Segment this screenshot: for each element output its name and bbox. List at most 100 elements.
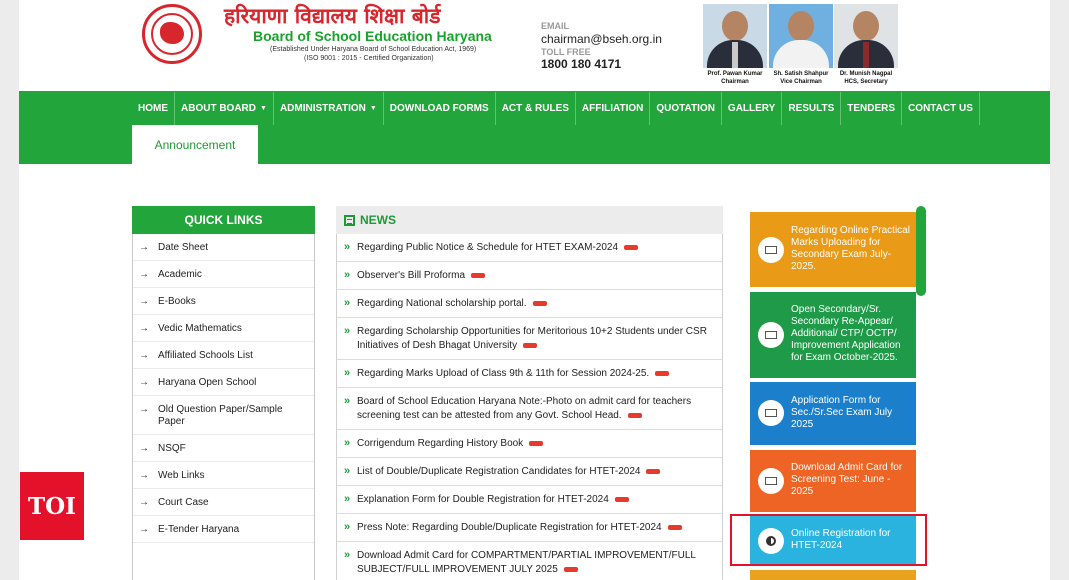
- news-item[interactable]: » Explanation Form for Double Registratio…: [337, 486, 722, 514]
- highlight-box: [730, 514, 927, 566]
- id-card-icon: [758, 322, 784, 348]
- id-card-icon: [758, 468, 784, 494]
- quick-link-label: Web Links: [158, 470, 205, 481]
- nav-label: ACT & RULES: [501, 103, 569, 114]
- card-next-partial[interactable]: [750, 570, 916, 580]
- news-text: Corrigendum Regarding History Book: [357, 438, 524, 449]
- quick-link-item[interactable]: → Affiliated Schools List: [133, 342, 314, 369]
- quick-links-title: QUICK LINKS: [132, 206, 315, 234]
- arrow-right-icon: →: [139, 350, 149, 361]
- nav-results[interactable]: RESULTS: [782, 92, 842, 125]
- new-badge-icon: [529, 440, 544, 446]
- card-open-secondary[interactable]: Open Secondary/Sr. Secondary Re-Appear/ …: [750, 292, 916, 378]
- nav-label: TENDERS: [847, 103, 896, 114]
- nav-home[interactable]: HOME: [132, 92, 175, 125]
- news-item[interactable]: » Regarding Public Notice & Schedule for …: [337, 234, 722, 262]
- nav-contact-us[interactable]: CONTACT US: [902, 92, 980, 125]
- official-photo: [703, 4, 767, 68]
- nav-administration[interactable]: ADMINISTRATION ▼: [274, 92, 384, 125]
- nav-act-rules[interactable]: ACT & RULES: [496, 92, 576, 125]
- nav-about-board[interactable]: ABOUT BOARD ▼: [175, 92, 274, 125]
- quick-link-item[interactable]: → NSQF: [133, 435, 314, 462]
- new-badge-icon: [667, 524, 682, 530]
- arrow-right-icon: →: [139, 470, 149, 481]
- news-item[interactable]: » Regarding Scholarship Opportunities for…: [337, 318, 722, 360]
- official-name: Sh. Satish Shahpur: [773, 71, 829, 77]
- email-label: EMAIL: [541, 21, 569, 31]
- quick-link-item[interactable]: → E-Tender Haryana: [133, 516, 314, 543]
- quick-link-item[interactable]: → Web Links: [133, 462, 314, 489]
- arrow-right-icon: →: [139, 296, 149, 307]
- quick-link-item[interactable]: → Date Sheet: [133, 234, 314, 261]
- card-text: Open Secondary/Sr. Secondary Re-Appear/ …: [791, 304, 901, 363]
- cards-scrollbar[interactable]: [916, 206, 926, 296]
- quick-link-item[interactable]: → Vedic Mathematics: [133, 315, 314, 342]
- email-link[interactable]: chairman@bseh.org.in: [541, 32, 662, 46]
- quick-link-item[interactable]: → Old Question Paper/Sample Paper: [133, 396, 314, 435]
- arrow-right-icon: →: [139, 242, 149, 253]
- news-item[interactable]: » Download Admit Card for COMPARTMENT/PAR…: [337, 542, 722, 580]
- news-item[interactable]: » Press Note: Regarding Double/Duplicate …: [337, 514, 722, 542]
- news-text: Press Note: Regarding Double/Duplicate R…: [357, 522, 662, 533]
- nav-label: ADMINISTRATION: [279, 103, 366, 114]
- news-item[interactable]: » Corrigendum Regarding History Book: [337, 430, 722, 458]
- arrow-right-icon: →: [139, 269, 149, 280]
- card-text: Application Form for Sec./Sr.Sec Exam Ju…: [791, 395, 893, 430]
- quick-link-item[interactable]: → Court Case: [133, 489, 314, 516]
- new-badge-icon: [563, 566, 578, 572]
- arrow-right-icon: →: [139, 323, 149, 334]
- nav-tenders[interactable]: TENDERS: [841, 92, 903, 125]
- official-secretary: Dr. Munish Nagpal HCS, Secretary: [834, 4, 898, 85]
- news-item[interactable]: » Board of School Education Haryana Note:…: [337, 388, 722, 430]
- news-title: NEWS: [360, 213, 396, 227]
- nav-download-forms[interactable]: DOWNLOAD FORMS: [384, 92, 496, 125]
- new-badge-icon: [627, 412, 642, 418]
- nav-label: CONTACT US: [908, 103, 973, 114]
- main-menu: HOME ABOUT BOARD ▼ ADMINISTRATION ▼ DOWNLO…: [132, 92, 980, 125]
- tab-announcement[interactable]: Announcement: [132, 125, 258, 164]
- chevron-right-icon: »: [344, 465, 351, 477]
- chevron-right-icon: »: [344, 549, 351, 561]
- news-text: Explanation Form for Double Registration…: [357, 494, 609, 505]
- chevron-right-icon: »: [344, 269, 351, 281]
- nav-label: HOME: [138, 103, 168, 114]
- arrow-right-icon: →: [139, 524, 149, 535]
- nav-affiliation[interactable]: AFFILIATION: [576, 92, 651, 125]
- card-admit-card-screening[interactable]: Download Admit Card for Screening Test: …: [750, 450, 916, 512]
- news-text: Observer's Bill Proforma: [357, 270, 466, 281]
- news-item[interactable]: » List of Double/Duplicate Registration C…: [337, 458, 722, 486]
- official-photo: [834, 4, 898, 68]
- quick-link-label: E-Tender Haryana: [158, 524, 240, 535]
- nav-gallery[interactable]: GALLERY: [722, 92, 783, 125]
- official-name: Prof. Pawan Kumar: [707, 71, 763, 77]
- quick-link-item[interactable]: → Academic: [133, 261, 314, 288]
- caret-down-icon: ▼: [369, 105, 377, 112]
- quick-link-item[interactable]: → Haryana Open School: [133, 369, 314, 396]
- nav-label: ABOUT BOARD: [181, 103, 256, 114]
- card-practical-marks[interactable]: Regarding Online Practical Marks Uploadi…: [750, 212, 916, 287]
- board-logo-icon[interactable]: [142, 4, 202, 64]
- quick-link-item[interactable]: → E-Books: [133, 288, 314, 315]
- nav-quotation[interactable]: QUOTATION: [650, 92, 722, 125]
- toi-logo: TOI: [20, 472, 84, 540]
- quick-link-label: Old Question Paper/Sample Paper: [158, 404, 283, 427]
- board-title-hindi: हरियाणा विद्यालय शिक्षा बोर्ड: [224, 4, 441, 28]
- news-item[interactable]: » Regarding Marks Upload of Class 9th & 1…: [337, 360, 722, 388]
- id-card-icon: [758, 237, 784, 263]
- quick-link-label: Court Case: [158, 497, 209, 508]
- official-chairman: Prof. Pawan Kumar Chairman: [703, 4, 767, 85]
- chevron-right-icon: »: [344, 325, 351, 337]
- news-text: Regarding Public Notice & Schedule for H…: [357, 242, 619, 253]
- new-badge-icon: [471, 272, 486, 278]
- nav-label: RESULTS: [788, 103, 835, 114]
- news-item[interactable]: » Observer's Bill Proforma: [337, 262, 722, 290]
- quick-link-label: Date Sheet: [158, 242, 209, 253]
- official-role: Vice Chairman: [780, 79, 822, 85]
- new-badge-icon: [646, 468, 661, 474]
- card-application-form[interactable]: Application Form for Sec./Sr.Sec Exam Ju…: [750, 382, 916, 445]
- new-badge-icon: [523, 342, 538, 348]
- news-item[interactable]: » Regarding National scholarship portal.: [337, 290, 722, 318]
- chevron-right-icon: »: [344, 521, 351, 533]
- newspaper-icon: [344, 214, 355, 226]
- tollfree-label: TOLL FREE: [541, 47, 591, 57]
